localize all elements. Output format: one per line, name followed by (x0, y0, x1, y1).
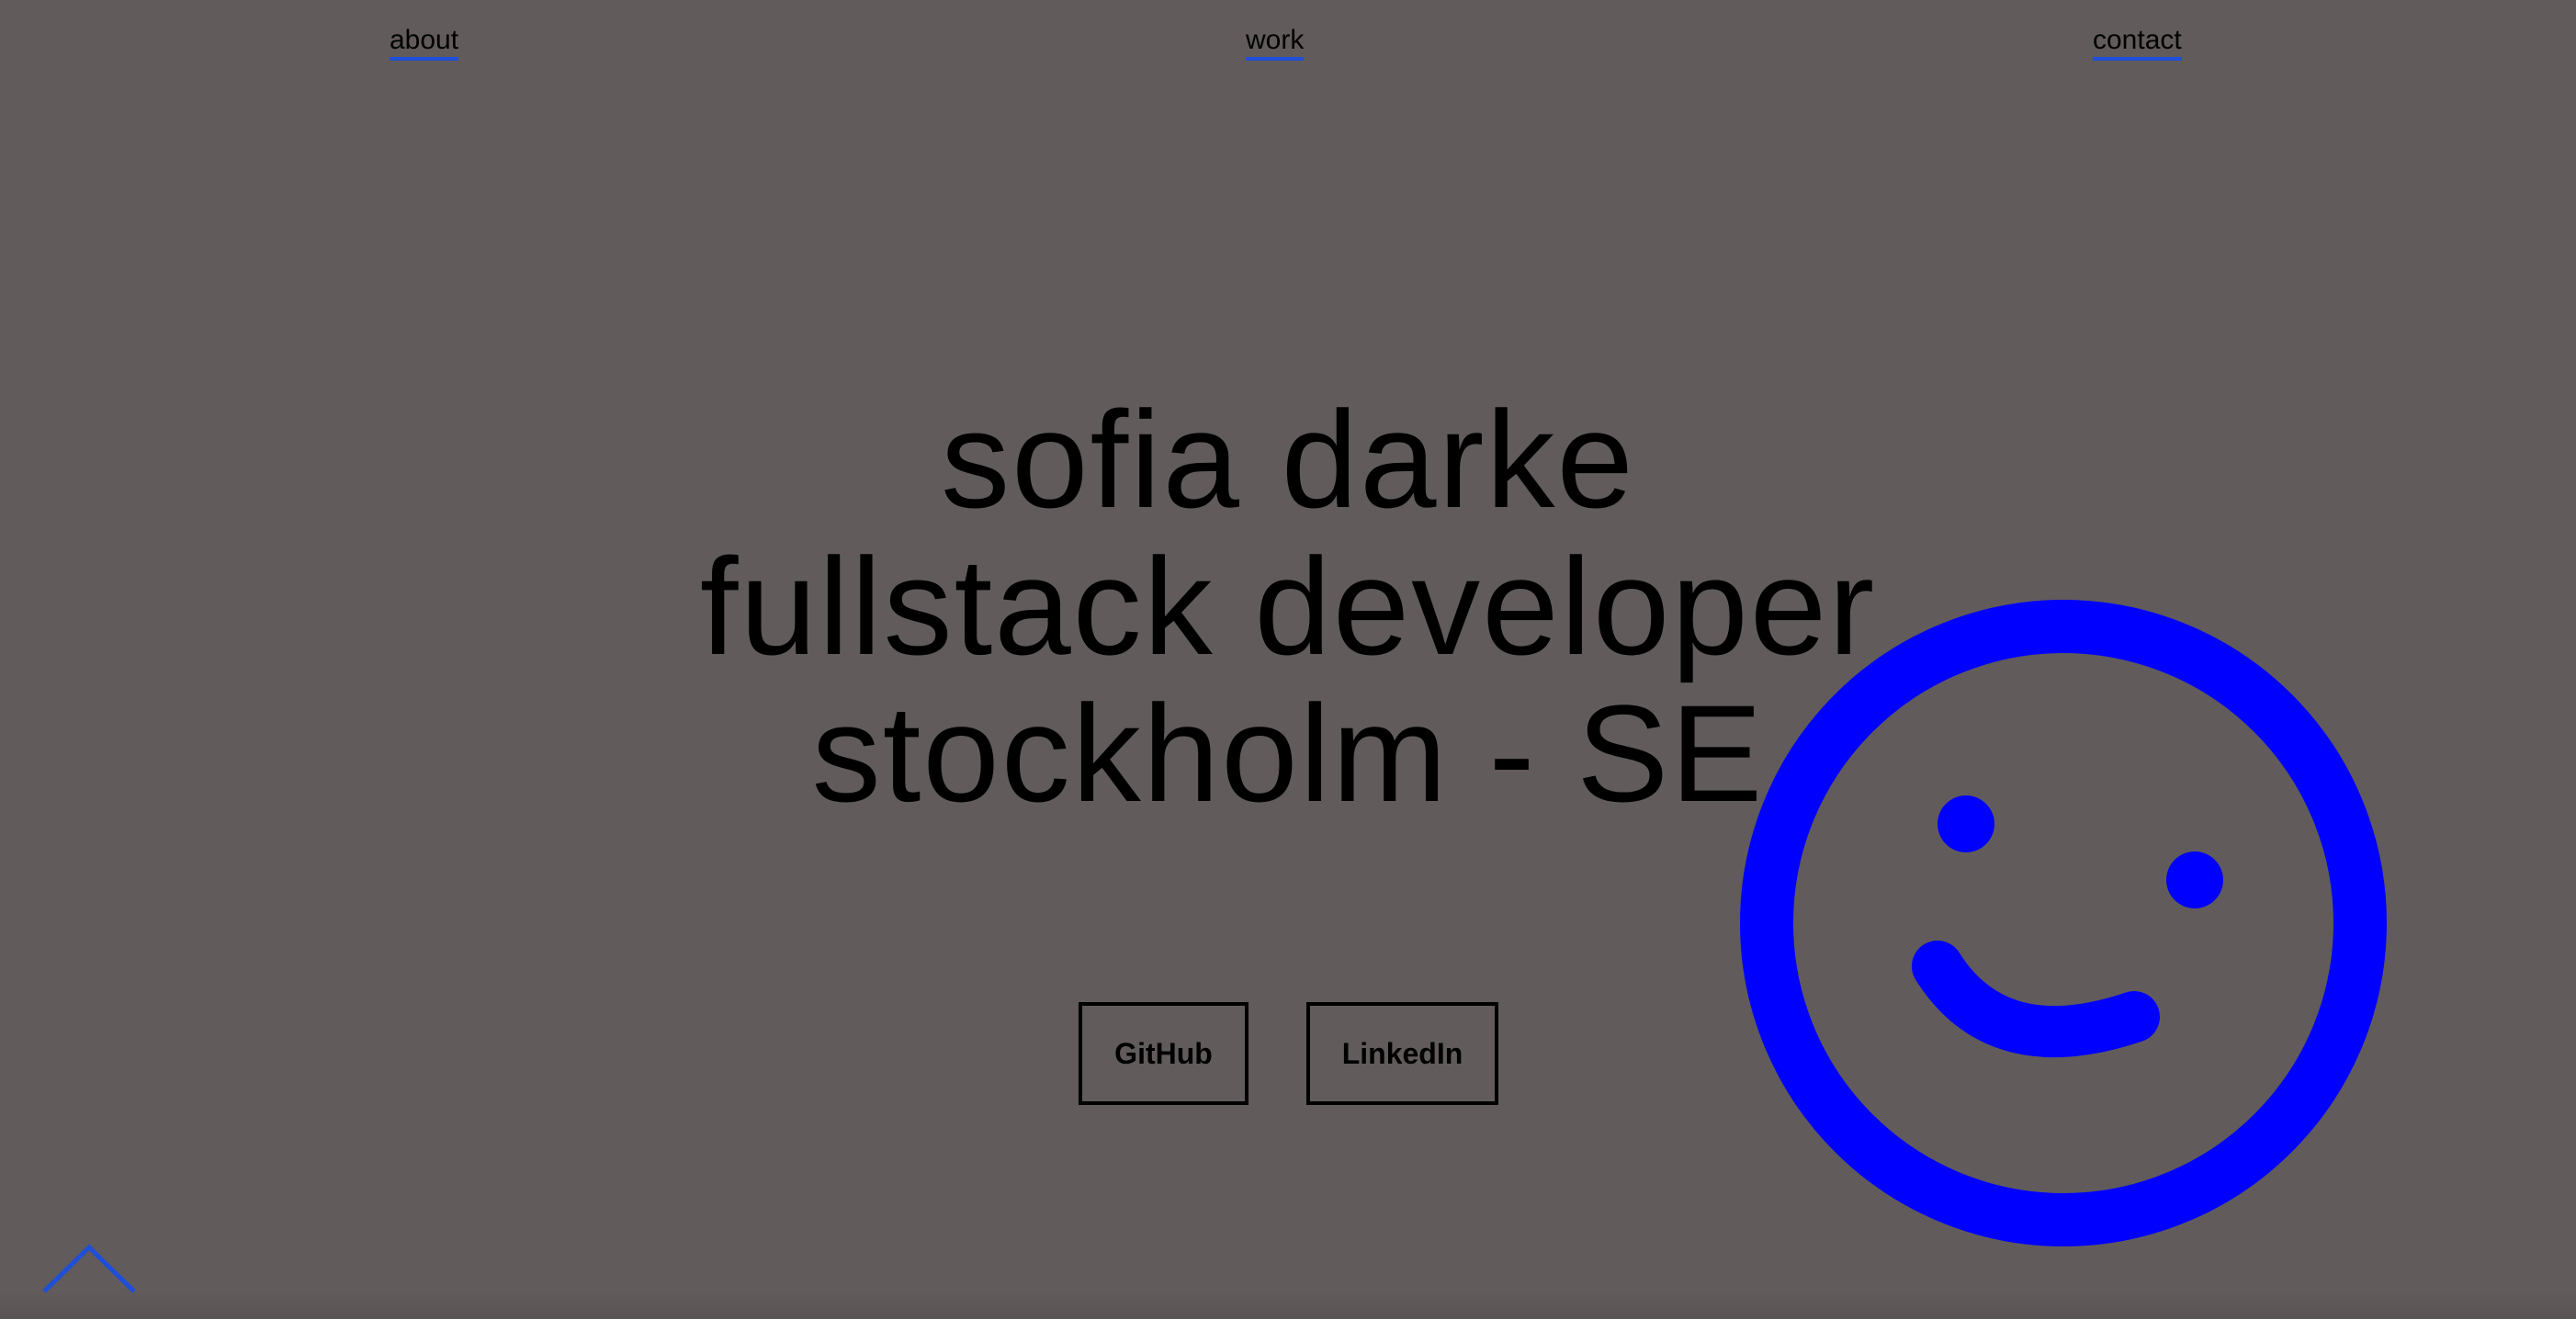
nav-link-work[interactable]: work (1246, 24, 1305, 61)
bottom-shade (0, 1291, 2576, 1319)
smiley-face-icon (1740, 600, 2387, 1246)
smiley-right-eye (2166, 851, 2223, 908)
linkedin-button[interactable]: LinkedIn (1306, 1002, 1498, 1105)
smiley-outline (1740, 600, 2387, 1246)
smiley-left-eye (1938, 795, 1994, 852)
hero-name: sofia darke (941, 382, 1635, 536)
smiley-mouth (1912, 941, 2160, 1058)
chevron-up-icon[interactable] (40, 1240, 138, 1295)
nav-link-contact[interactable]: contact (2093, 24, 2182, 61)
nav-link-about[interactable]: about (390, 24, 459, 61)
github-button[interactable]: GitHub (1079, 1002, 1248, 1105)
